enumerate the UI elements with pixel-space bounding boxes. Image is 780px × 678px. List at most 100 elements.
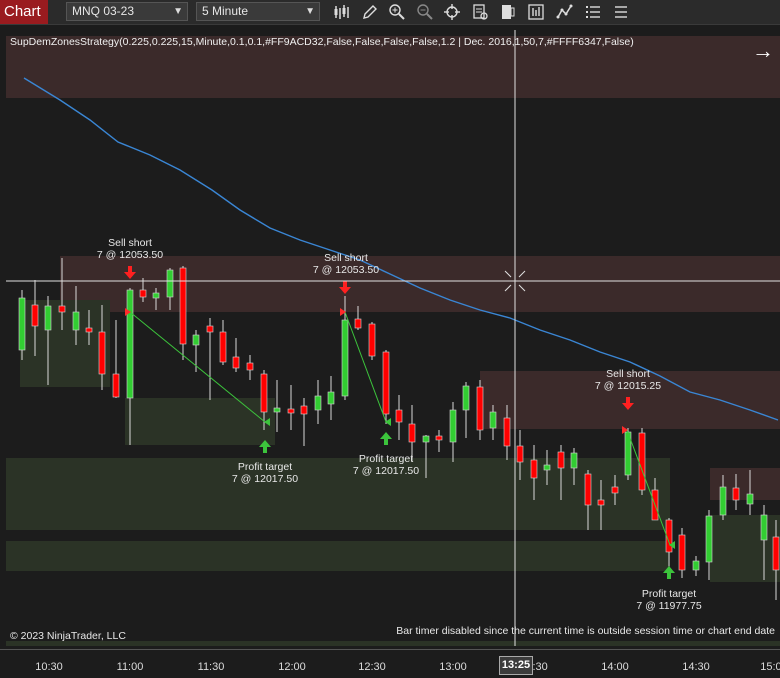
candle-body — [166, 269, 174, 298]
time-axis-label: 11:00 — [116, 661, 144, 673]
sell-short-label: Sell short 7 @ 12053.50 — [312, 252, 380, 276]
candle-body — [584, 473, 592, 506]
candle-body — [476, 386, 484, 431]
price-chart[interactable] — [6, 30, 780, 646]
candle-body — [557, 451, 565, 469]
candle-body — [732, 487, 740, 501]
candle-body — [395, 409, 403, 423]
candle-body — [638, 432, 646, 491]
candle-body — [341, 319, 349, 397]
candle-body — [206, 325, 214, 333]
menu-icon[interactable] — [583, 2, 603, 22]
candle-body — [126, 289, 134, 399]
candle-body — [772, 536, 780, 571]
candle-body — [354, 318, 362, 329]
candle-body — [314, 395, 322, 411]
candle-body — [678, 534, 686, 571]
candle-body — [219, 331, 227, 363]
chevron-down-icon: ▼ — [173, 6, 183, 17]
candle-body — [18, 297, 26, 351]
candle-body — [760, 514, 768, 541]
candle-body — [192, 334, 200, 346]
interval-value: 5 Minute — [202, 4, 249, 18]
candle-body — [58, 305, 66, 313]
candle-body — [719, 486, 727, 516]
candle-body — [408, 423, 416, 443]
candle-body — [260, 373, 268, 413]
profit-target-label: Profit target 7 @ 11977.75 — [636, 588, 702, 612]
candle-body — [382, 351, 390, 415]
candle-body — [112, 373, 120, 398]
bar-timer-message: Bar timer disabled since the current tim… — [396, 625, 775, 637]
sell-short-label: Sell short 7 @ 12015.25 — [594, 368, 662, 392]
candle-body — [98, 331, 106, 375]
toolbar: Chart MNQ 03-23 ▼ 5 Minute ▼ — [0, 0, 780, 25]
candle-body — [516, 445, 524, 463]
candle-body — [503, 417, 511, 447]
time-axis-label: 13:00 — [439, 661, 467, 673]
candle-body — [327, 391, 335, 405]
profit-target-label: Profit target 7 @ 12017.50 — [231, 461, 299, 485]
demand-zone — [6, 458, 670, 530]
candle-body — [179, 267, 187, 345]
data-box-icon[interactable] — [526, 2, 546, 22]
candle-body — [692, 560, 700, 571]
properties-icon[interactable] — [470, 2, 490, 22]
candle-body — [530, 459, 538, 479]
time-axis-label: 15:00 — [760, 661, 780, 673]
demand-zone — [125, 398, 275, 445]
arrow-up-icon — [380, 432, 392, 445]
strategies-icon[interactable] — [555, 2, 575, 22]
candle-body — [246, 362, 254, 371]
bars-type-icon[interactable] — [332, 2, 352, 22]
time-axis[interactable]: 10:30 11:00 11:30 12:00 12:30 13:00 13:3… — [0, 649, 780, 678]
strategy-label: SupDemZonesStrategy(0.225,0.225,15,Minut… — [10, 36, 634, 48]
candle-body — [462, 385, 470, 411]
arrow-right-icon[interactable]: → — [752, 40, 774, 62]
zoom-in-icon[interactable] — [387, 2, 407, 22]
candle-body — [368, 323, 376, 357]
time-axis-label: 12:00 — [278, 661, 306, 673]
candle-body — [705, 515, 713, 563]
candle-body — [273, 407, 281, 413]
instrument-value: MNQ 03-23 — [72, 4, 135, 18]
candle-body — [287, 408, 295, 414]
zoom-out-icon[interactable] — [415, 2, 435, 22]
pencil-icon[interactable] — [360, 2, 380, 22]
interval-selector[interactable]: 5 Minute ▼ — [196, 2, 320, 21]
candle-body — [232, 356, 240, 369]
more-menu-icon[interactable] — [611, 2, 631, 22]
candle-body — [570, 452, 578, 469]
candle-body — [611, 486, 619, 494]
time-axis-label: 11:30 — [197, 661, 225, 673]
chart-tab[interactable]: Chart — [0, 0, 48, 24]
candle-body — [72, 311, 80, 331]
templates-icon[interactable] — [498, 2, 518, 22]
sell-short-label: Sell short 7 @ 12053.50 — [96, 237, 164, 261]
candle-body — [44, 305, 52, 331]
candle-body — [300, 405, 308, 415]
copyright-text: © 2023 NinjaTrader, LLC — [10, 630, 126, 642]
time-axis-label: 10:30 — [35, 661, 63, 673]
chevron-down-icon: ▼ — [305, 6, 315, 17]
candle-body — [746, 493, 754, 505]
candle-body — [597, 499, 605, 506]
time-axis-label: 12:30 — [358, 661, 386, 673]
candle-body — [449, 409, 457, 443]
supply-demand-zones — [6, 36, 780, 646]
time-axis-label: 14:00 — [601, 661, 629, 673]
candle-body — [435, 435, 443, 441]
candle-body — [85, 327, 93, 333]
demand-zone — [6, 541, 670, 571]
instrument-selector[interactable]: MNQ 03-23 ▼ — [66, 2, 188, 21]
demand-zone — [710, 515, 780, 582]
candle-body — [543, 464, 551, 471]
candle-body — [31, 304, 39, 327]
candle-body — [139, 289, 147, 298]
crosshair-icon[interactable] — [442, 2, 462, 22]
candle-body — [422, 435, 430, 443]
candle-body — [489, 411, 497, 429]
time-axis-label: 14:30 — [682, 661, 710, 673]
profit-target-label: Profit target 7 @ 12017.50 — [352, 453, 420, 477]
crosshair-time-label: 13:25 — [499, 656, 533, 675]
